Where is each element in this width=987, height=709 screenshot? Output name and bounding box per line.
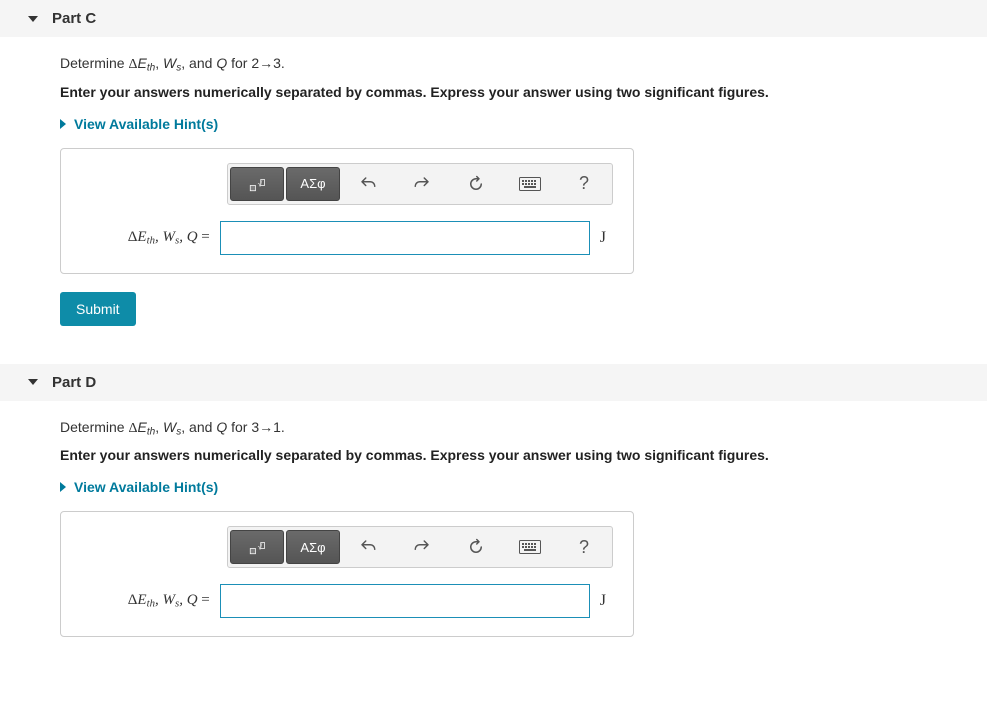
redo-button[interactable]: [396, 168, 448, 200]
help-button[interactable]: ?: [558, 531, 610, 563]
svg-text:√: √: [258, 542, 263, 551]
undo-button[interactable]: [342, 168, 394, 200]
keyboard-icon: [519, 540, 541, 554]
greek-button[interactable]: ΑΣφ: [286, 530, 340, 564]
caret-down-icon: [28, 16, 38, 22]
help-button[interactable]: ?: [558, 168, 610, 200]
caret-down-icon: [28, 379, 38, 385]
redo-icon: [413, 175, 431, 193]
template-icon: √: [248, 538, 266, 556]
answer-input[interactable]: [220, 584, 590, 618]
help-label: ?: [579, 173, 589, 194]
hint-label: View Available Hint(s): [74, 116, 218, 132]
template-icon: √: [248, 175, 266, 193]
greek-label: ΑΣφ: [300, 540, 325, 555]
undo-icon: [359, 175, 377, 193]
greek-label: ΑΣφ: [300, 176, 325, 191]
part-c-section: Part C Determine ΔEth, Ws, and Q for 2→3…: [0, 0, 987, 344]
keyboard-icon: [519, 177, 541, 191]
redo-icon: [413, 538, 431, 556]
unit-label: J: [600, 592, 619, 610]
caret-right-icon: [60, 482, 66, 492]
svg-text:√: √: [258, 179, 263, 188]
keyboard-button[interactable]: [504, 531, 556, 563]
answer-lhs: ΔEth, Ws, Q =: [75, 229, 210, 247]
part-d-title: Part D: [52, 374, 96, 391]
template-button[interactable]: √: [230, 530, 284, 564]
view-hints-toggle[interactable]: View Available Hint(s): [60, 116, 987, 132]
equation-toolbar: √ ΑΣφ: [227, 163, 613, 205]
equation-toolbar: √ ΑΣφ: [227, 526, 613, 568]
prompt-text: Determine ΔEth, Ws, and Q for 3→1.: [60, 419, 987, 438]
instruction-text: Enter your answers numerically separated…: [60, 447, 987, 463]
answer-input[interactable]: [220, 221, 590, 255]
undo-icon: [359, 538, 377, 556]
greek-button[interactable]: ΑΣφ: [286, 167, 340, 201]
submit-button[interactable]: Submit: [60, 292, 136, 326]
unit-label: J: [600, 229, 619, 247]
help-label: ?: [579, 537, 589, 558]
part-c-title: Part C: [52, 10, 96, 27]
view-hints-toggle[interactable]: View Available Hint(s): [60, 479, 987, 495]
reset-icon: [467, 538, 485, 556]
answer-box: √ ΑΣφ: [60, 148, 634, 274]
reset-icon: [467, 175, 485, 193]
undo-button[interactable]: [342, 531, 394, 563]
part-c-header[interactable]: Part C: [0, 0, 987, 37]
answer-box: √ ΑΣφ: [60, 511, 634, 637]
part-d-header[interactable]: Part D: [0, 364, 987, 401]
answer-lhs: ΔEth, Ws, Q =: [75, 592, 210, 610]
keyboard-button[interactable]: [504, 168, 556, 200]
prompt-text: Determine ΔEth, Ws, and Q for 2→3.: [60, 55, 987, 74]
caret-right-icon: [60, 119, 66, 129]
redo-button[interactable]: [396, 531, 448, 563]
hint-label: View Available Hint(s): [74, 479, 218, 495]
part-d-section: Part D Determine ΔEth, Ws, and Q for 3→1…: [0, 364, 987, 638]
template-button[interactable]: √: [230, 167, 284, 201]
reset-button[interactable]: [450, 168, 502, 200]
reset-button[interactable]: [450, 531, 502, 563]
instruction-text: Enter your answers numerically separated…: [60, 84, 987, 100]
